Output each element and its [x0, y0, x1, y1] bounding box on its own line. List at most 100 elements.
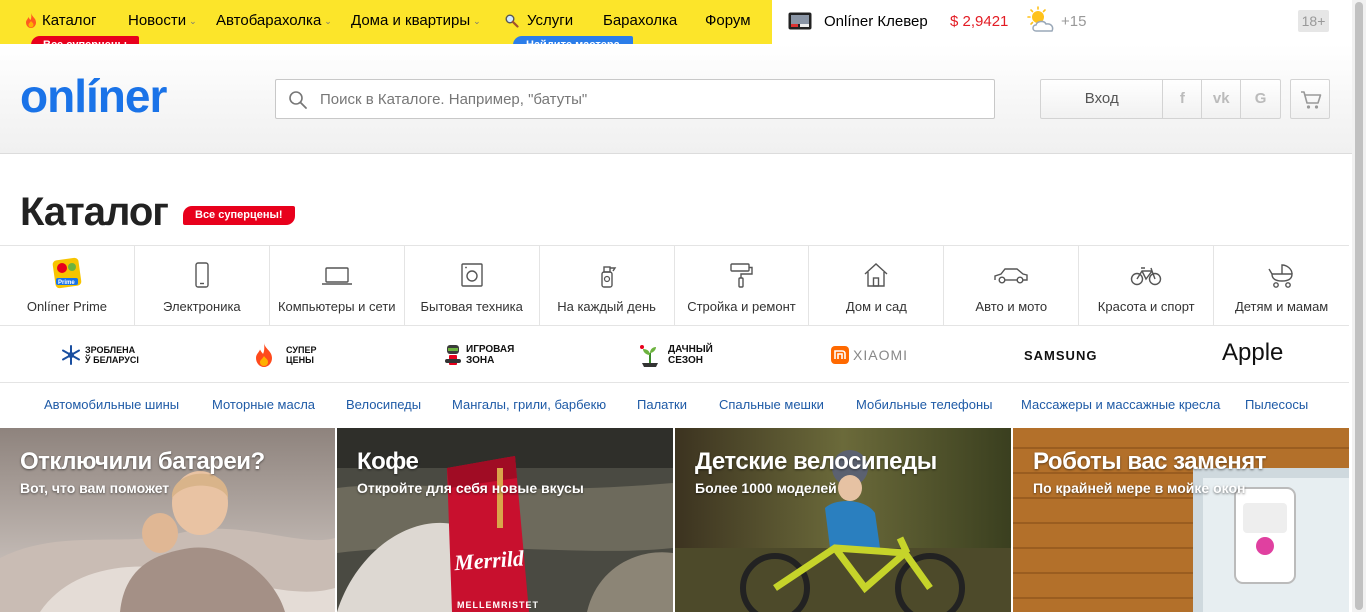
- svg-text:Merrild: Merrild: [452, 545, 525, 575]
- quick-link[interactable]: Велосипеды: [346, 397, 421, 412]
- topnav-baraholka-label: Барахолка: [603, 12, 678, 29]
- sprout-icon: [640, 345, 658, 367]
- phone-icon: [195, 262, 209, 288]
- quick-link[interactable]: Палатки: [637, 397, 687, 412]
- quick-link[interactable]: Массажеры и массажные кресла: [1021, 397, 1220, 412]
- category-label: Бытовая техника: [420, 299, 523, 314]
- topnav-catalog[interactable]: Каталог: [25, 12, 97, 29]
- brand-text: ЦЕНЫ: [286, 355, 314, 365]
- category-prime[interactable]: Prime Onlíner Prime: [0, 246, 135, 326]
- vk-icon[interactable]: vk: [1202, 80, 1242, 118]
- brand-text: XIAOMI: [853, 347, 909, 363]
- age-badge: 18+: [1298, 10, 1329, 32]
- quick-link[interactable]: Мобильные телефоны: [856, 397, 993, 412]
- category-label: Дом и сад: [845, 299, 907, 314]
- svg-text:MELLEMRISTET: MELLEMRISTET: [457, 600, 539, 610]
- promo-tile-robots[interactable]: Роботы вас заменят По крайней мере в мой…: [1013, 428, 1349, 612]
- quick-link[interactable]: Мангалы, грили, барбекю: [452, 397, 606, 412]
- brand-made-in-belarus[interactable]: ЗРОБЛЕНА Ў БЕЛАРУСІ: [61, 342, 139, 368]
- flame-icon: [26, 13, 36, 28]
- temperature[interactable]: +15: [1061, 13, 1086, 30]
- currency-rate[interactable]: $ 2,9421: [950, 13, 1008, 30]
- brand-apple[interactable]: Apple: [1222, 339, 1283, 366]
- category-label: Детям и мамам: [1234, 299, 1329, 314]
- promo-subtitle: Вот, что вам поможет: [20, 480, 170, 496]
- brand-text: Ў БЕЛАРУСІ: [85, 355, 139, 365]
- svg-text:Prime: Prime: [58, 280, 75, 286]
- login-button[interactable]: Вход: [1041, 80, 1164, 118]
- cart-button[interactable]: [1290, 79, 1330, 119]
- brand-text: ЗОНА: [466, 355, 495, 366]
- category-label: На каждый день: [557, 299, 656, 314]
- brand-text: ЗРОБЛЕНА: [85, 345, 136, 355]
- brand-super-prices[interactable]: СУПЕР ЦЕНЫ: [254, 342, 316, 368]
- weather-icon[interactable]: [1026, 6, 1058, 34]
- category-label: Стройка и ремонт: [687, 299, 796, 314]
- promo-tile-coffee[interactable]: Merrild MELLEMRISTET Кофе Откройте для с…: [337, 428, 673, 612]
- category-appliances[interactable]: Бытовая техника: [405, 246, 540, 326]
- page-title: Каталог: [20, 190, 169, 234]
- category-auto-moto[interactable]: Авто и мото: [944, 246, 1080, 326]
- topnav-services-label: Услуги: [527, 12, 574, 29]
- tv-icon[interactable]: [788, 12, 812, 30]
- brand-game-zone[interactable]: ИГРОВАЯ ЗОНА: [444, 342, 514, 368]
- topnav-realty[interactable]: Дома и квартиры ⌄: [351, 12, 481, 29]
- bike-icon: [1131, 267, 1162, 286]
- svg-text:onlíner: onlíner: [20, 70, 167, 120]
- quick-link[interactable]: Моторные масла: [212, 397, 315, 412]
- scrollbar[interactable]: [1352, 0, 1366, 612]
- xiaomi-logo-icon: [831, 346, 849, 364]
- snowflake-icon: [62, 345, 80, 365]
- category-kids[interactable]: Детям и мамам: [1214, 246, 1349, 326]
- topnav-autobaraholka[interactable]: Автобарахолка ⌄: [216, 12, 332, 29]
- chevron-down-icon: ⌄: [189, 16, 197, 26]
- flame-icon: [256, 343, 272, 367]
- brand-samsung[interactable]: SAMSUNG: [1024, 342, 1097, 368]
- quick-link[interactable]: Спальные мешки: [719, 397, 824, 412]
- magnifier-icon: [505, 14, 519, 28]
- category-construction[interactable]: Стройка и ремонт: [675, 246, 810, 326]
- chevron-down-icon: ⌄: [473, 16, 481, 26]
- chevron-down-icon: ⌄: [324, 16, 332, 26]
- gamer-icon: [445, 345, 461, 365]
- google-icon[interactable]: G: [1241, 80, 1280, 118]
- topnav-news[interactable]: Новости ⌄: [128, 12, 197, 29]
- category-home-garden[interactable]: Дом и сад: [809, 246, 945, 326]
- cart-icon: [1301, 91, 1322, 109]
- clever-link[interactable]: Onlíner Клевер: [824, 13, 928, 30]
- scrollbar-thumb[interactable]: [1355, 2, 1363, 610]
- category-label: Onlíner Prime: [26, 299, 108, 314]
- roller-icon: [730, 263, 754, 288]
- superprice-badge-catalog[interactable]: Все суперцены!: [183, 206, 295, 225]
- quick-link[interactable]: Пылесосы: [1245, 397, 1308, 412]
- quick-link[interactable]: Автомобильные шины: [44, 397, 179, 412]
- brand-text: СЕЗОН: [668, 355, 704, 366]
- promo-title: Отключили батареи?: [20, 448, 265, 475]
- washer-icon: [460, 263, 483, 287]
- onliner-logo[interactable]: onlíner: [20, 68, 202, 120]
- promo-subtitle: Откройте для себя новые вкусы: [357, 480, 584, 496]
- category-beauty-sport[interactable]: Красота и спорт: [1079, 246, 1215, 326]
- topnav-forum[interactable]: Форум: [705, 12, 751, 29]
- category-electronics[interactable]: Электроника: [135, 246, 270, 326]
- category-label: Электроника: [163, 299, 241, 314]
- topnav-services[interactable]: Услуги: [505, 12, 573, 29]
- page: Каталог Новости ⌄ Автобарахолка ⌄ Дома и…: [0, 0, 1366, 612]
- facebook-icon[interactable]: f: [1163, 80, 1203, 118]
- promo-title: Детские велосипеды: [695, 448, 937, 475]
- promo-tile-heaters[interactable]: Отключили батареи? Вот, что вам поможет: [0, 428, 335, 612]
- house-icon: [864, 263, 888, 287]
- category-computers[interactable]: Компьютеры и сети: [270, 246, 405, 326]
- brand-xiaomi[interactable]: XIAOMI: [831, 342, 908, 368]
- topnav-baraholka[interactable]: Барахолка: [603, 12, 677, 29]
- promo-tile-kids-bikes[interactable]: Детские велосипеды Более 1000 моделей: [675, 428, 1011, 612]
- search-input[interactable]: [320, 80, 980, 118]
- search-icon: [289, 91, 307, 109]
- category-everyday[interactable]: На каждый день: [540, 246, 675, 326]
- car-icon: [994, 268, 1028, 284]
- topnav-realty-label: Дома и квартиры: [351, 12, 471, 29]
- promo-tiles: Отключили батареи? Вот, что вам поможет …: [0, 428, 1349, 612]
- brand-dacha-season[interactable]: ДАЧНЫЙ СЕЗОН: [638, 342, 713, 368]
- search-box[interactable]: [275, 79, 995, 119]
- promo-subtitle: По крайней мере в мойке окон: [1033, 480, 1246, 496]
